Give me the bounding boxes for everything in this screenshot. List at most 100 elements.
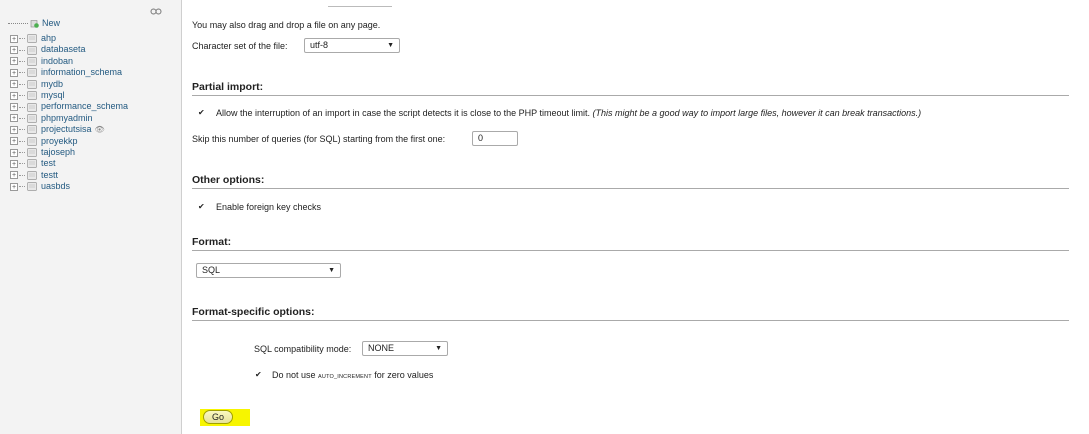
sql-compat-label: SQL compatibility mode: [254, 344, 352, 354]
tree-connector [19, 186, 25, 188]
tree-connector [8, 22, 28, 24]
no-auto-increment-prefix: Do not use [272, 370, 316, 380]
database-name[interactable]: indoban [41, 56, 73, 67]
expand-icon[interactable]: + [10, 114, 18, 123]
skip-queries-input[interactable]: 0 [472, 131, 518, 146]
expand-icon[interactable]: + [10, 80, 18, 89]
eye-icon[interactable]: 👁 [95, 124, 105, 135]
tree-connector [19, 129, 25, 131]
expand-icon[interactable]: + [10, 159, 18, 168]
database-icon [27, 79, 37, 89]
database-item[interactable]: + indoban [10, 56, 128, 67]
dropdown-arrow-icon: ▼ [387, 42, 394, 49]
tree-connector [19, 83, 25, 85]
dropdown-arrow-icon: ▼ [435, 345, 442, 352]
allow-interrupt-text: Allow the interruption of an import in c… [216, 108, 591, 118]
format-specific-heading: Format-specific options: [192, 306, 1069, 321]
go-highlight: Go [200, 409, 250, 426]
no-auto-increment-checkbox[interactable]: ✔ [255, 371, 262, 379]
database-item[interactable]: + ahp [10, 33, 128, 44]
allow-interrupt-checkbox[interactable]: ✔ [198, 109, 205, 117]
foreign-key-label: Enable foreign key checks [216, 202, 322, 212]
charset-select[interactable]: utf-8 ▼ [304, 38, 400, 53]
database-item[interactable]: + proyekkp [10, 136, 128, 147]
sql-compat-select[interactable]: NONE ▼ [362, 341, 448, 356]
new-database-item[interactable]: New [8, 16, 60, 30]
database-name[interactable]: testt [41, 170, 58, 181]
expand-icon[interactable]: + [10, 103, 18, 112]
expand-icon[interactable]: + [10, 57, 18, 66]
database-item[interactable]: + phpmyadmin [10, 113, 128, 124]
top-divider [328, 0, 392, 7]
database-name[interactable]: proyekkp [41, 136, 78, 147]
expand-icon[interactable]: + [10, 137, 18, 146]
database-item[interactable]: + projectutsisa 👁 [10, 124, 128, 135]
database-name[interactable]: mysql [41, 90, 65, 101]
format-select[interactable]: SQL ▼ [196, 263, 341, 278]
database-item[interactable]: + databaseta [10, 44, 128, 55]
database-icon [27, 91, 37, 100]
expand-icon[interactable]: + [10, 182, 18, 191]
expand-icon[interactable]: + [10, 125, 18, 134]
other-options-heading: Other options: [192, 174, 1069, 189]
partial-import-heading: Partial import: [192, 81, 1069, 96]
tree-connector [19, 38, 25, 40]
database-icon [27, 136, 37, 146]
tree-connector [19, 60, 25, 62]
allow-interrupt-label: Allow the interruption of an import in c… [216, 108, 921, 118]
expand-icon[interactable]: + [10, 171, 18, 180]
charset-value: utf-8 [310, 40, 329, 50]
database-item[interactable]: + uasbds [10, 181, 128, 192]
database-name[interactable]: information_schema [41, 67, 122, 78]
database-item[interactable]: + test [10, 158, 128, 169]
collapse-link-icon[interactable] [150, 8, 162, 15]
database-icon [27, 159, 37, 169]
expand-icon[interactable]: + [10, 91, 18, 100]
database-item[interactable]: + mysql [10, 90, 128, 101]
expand-icon[interactable]: + [10, 68, 18, 77]
expand-icon[interactable]: + [10, 148, 18, 157]
auto-increment-code: AUTO_INCREMENT [318, 374, 372, 380]
database-icon [27, 57, 37, 66]
tree-connector [19, 174, 25, 176]
tree-connector [19, 152, 25, 154]
new-database-icon [30, 19, 39, 28]
database-name[interactable]: test [41, 158, 56, 169]
tree-connector [19, 72, 25, 74]
database-item[interactable]: + mydb [10, 79, 128, 90]
tree-connector [19, 106, 25, 108]
tree-connector [19, 117, 25, 119]
database-list: + ahp + databaseta + indoban + information_sche… [10, 33, 128, 192]
no-auto-increment-label: Do not use AUTO_INCREMENT for zero value… [272, 370, 433, 380]
database-name[interactable]: uasbds [41, 181, 70, 192]
navigation-sidebar: New + ahp + databaseta + indoban + information_… [0, 0, 182, 434]
database-name[interactable]: projectutsisa [41, 124, 92, 135]
database-name[interactable]: tajoseph [41, 147, 75, 158]
database-item[interactable]: + tajoseph [10, 147, 128, 158]
database-icon [27, 102, 37, 112]
database-name[interactable]: performance_schema [41, 101, 128, 112]
database-item[interactable]: + information_schema [10, 67, 128, 78]
database-name[interactable]: phpmyadmin [41, 113, 93, 124]
tree-connector [19, 49, 25, 51]
no-auto-increment-suffix: for zero values [374, 370, 434, 380]
go-button[interactable]: Go [203, 410, 233, 424]
database-item[interactable]: + performance_schema [10, 101, 128, 112]
tree-connector [19, 95, 25, 97]
database-name[interactable]: mydb [41, 79, 63, 90]
foreign-key-checkbox[interactable]: ✔ [198, 203, 205, 211]
database-name[interactable]: ahp [41, 33, 56, 44]
database-icon [27, 148, 37, 157]
new-database-label: New [42, 18, 61, 28]
database-item[interactable]: + testt [10, 170, 128, 181]
allow-interrupt-note: (This might be a good way to import larg… [592, 108, 922, 118]
expand-icon[interactable]: + [10, 34, 18, 43]
dropdown-arrow-icon: ▼ [328, 267, 335, 274]
database-icon [27, 114, 37, 123]
database-name[interactable]: databaseta [41, 44, 86, 55]
expand-icon[interactable]: + [10, 46, 18, 55]
tree-connector [19, 163, 25, 165]
format-value: SQL [202, 265, 221, 275]
sql-compat-value: NONE [368, 343, 395, 353]
database-icon [27, 125, 37, 135]
